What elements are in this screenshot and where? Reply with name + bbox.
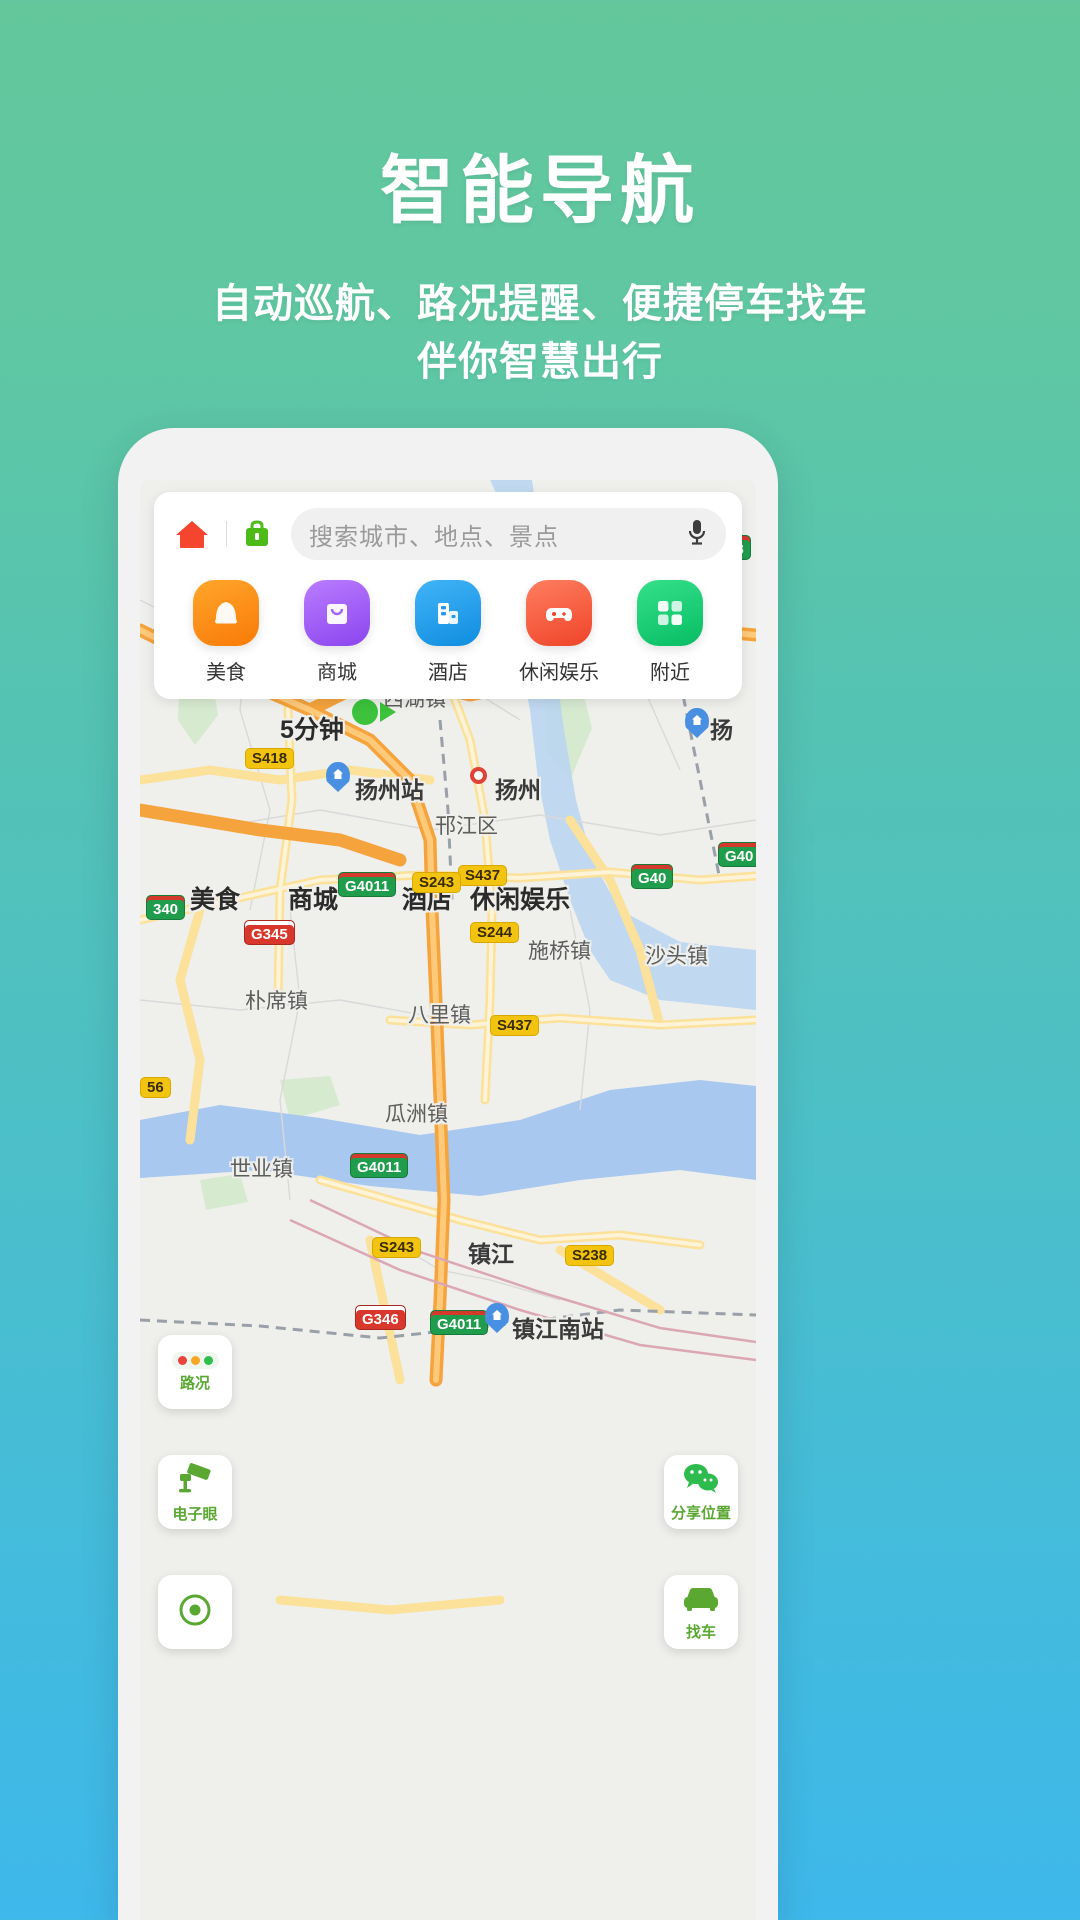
grid-icon [637, 580, 703, 646]
road-shield: G345 [244, 920, 295, 945]
wechat-icon [682, 1462, 720, 1499]
phone-mockup: 槐泗镇回家公司去设置西湖镇5分钟扬州站扬州扬邗江区美食商城酒店休闲娱乐施桥镇沙头… [118, 428, 778, 1920]
road-shield: G4011 [350, 1153, 409, 1178]
road-shield: G346 [355, 1305, 406, 1330]
share-location-button[interactable]: 分享位置 [664, 1455, 738, 1529]
category-item-mall[interactable]: 商城 [287, 580, 387, 685]
map-place-label[interactable]: 5分钟 [280, 710, 344, 746]
category-item-nearby[interactable]: 附近 [620, 580, 720, 685]
road-shield: S244 [470, 922, 520, 943]
map-place-label[interactable]: 沙头镇 [645, 940, 708, 970]
speed-camera-button[interactable]: 电子眼 [158, 1455, 232, 1529]
hero-subtitle-line-1: 自动巡航、路况提醒、便捷停车找车 [212, 282, 868, 327]
share-location-label: 分享位置 [670, 1504, 731, 1522]
find-car-label: 找车 [685, 1623, 716, 1641]
road-shield: G40 [718, 842, 756, 867]
speed-camera-button-label: 电子眼 [172, 1505, 218, 1523]
category-label: 商城 [317, 662, 357, 684]
search-placeholder: 搜索城市、地点、景点 [309, 523, 559, 551]
category-label: 美食 [206, 662, 246, 684]
search-panel: 搜索城市、地点、景点 美食 商城 酒店 休闲娱乐 附近 [154, 492, 742, 699]
find-car-button[interactable]: 找车 [664, 1575, 738, 1649]
food-dome-icon [193, 580, 259, 646]
road-shield: S418 [245, 748, 295, 769]
locate-button[interactable] [158, 1575, 232, 1649]
gamepad-icon [526, 580, 592, 646]
shopping-bag-icon [304, 580, 370, 646]
road-shield: S437 [490, 1015, 540, 1036]
poi-marker-station[interactable] [326, 762, 350, 792]
home-icon[interactable] [170, 519, 214, 549]
hotel-building-icon [415, 580, 481, 646]
station-pin-icon [326, 762, 350, 792]
map-place-label[interactable]: 瓜洲镇 [385, 1098, 448, 1128]
vehicle-heading-icon [380, 702, 396, 722]
map-place-label[interactable]: 扬 [710, 711, 733, 745]
map-place-label[interactable]: 世业镇 [230, 1153, 293, 1183]
map-place-label[interactable]: 邗江区 [435, 810, 498, 840]
poi-marker-city[interactable] [470, 767, 487, 784]
road-shield: 340 [146, 895, 186, 920]
category-item-food[interactable]: 美食 [176, 580, 276, 685]
road-shield: 56 [140, 1077, 171, 1098]
road-shield: G40 [631, 864, 674, 889]
microphone-icon[interactable] [686, 518, 708, 551]
city-pin-icon [685, 708, 709, 738]
hero-subtitle: 自动巡航、路况提醒、便捷停车找车 伴你智慧出行 [0, 275, 1080, 391]
category-item-hotel[interactable]: 酒店 [398, 580, 498, 685]
city-dot-icon [470, 767, 487, 784]
map-place-label[interactable]: 朴席镇 [245, 985, 308, 1015]
road-shield: S437 [458, 865, 508, 886]
category-label: 附近 [650, 662, 690, 684]
map-place-label[interactable]: 商城 [288, 880, 338, 916]
speed-camera-icon [176, 1461, 214, 1500]
car-icon [681, 1583, 721, 1618]
search-row: 搜索城市、地点、景点 [170, 508, 726, 560]
road-shield: S243 [372, 1237, 422, 1258]
category-label: 酒店 [428, 662, 468, 684]
vehicle-dot-icon [352, 699, 378, 725]
map-place-label[interactable]: 施桥镇 [528, 935, 591, 965]
road-shield: G4011 [430, 1310, 489, 1335]
traffic-light-icon [171, 1351, 219, 1369]
locate-target-icon [175, 1590, 215, 1635]
category-item-entertainment[interactable]: 休闲娱乐 [509, 580, 609, 685]
south-station-pin-icon [485, 1303, 509, 1333]
map-place-label[interactable]: 美食 [190, 880, 240, 916]
hero-subtitle-line-2: 伴你智慧出行 [417, 340, 663, 385]
current-vehicle-marker[interactable] [352, 699, 396, 725]
map-place-label[interactable]: 扬州 [495, 771, 541, 805]
map-place-label[interactable]: 镇江 [468, 1235, 514, 1269]
traffic-button-label: 路况 [179, 1374, 210, 1392]
map-place-label[interactable]: 八里镇 [408, 999, 471, 1029]
search-input[interactable]: 搜索城市、地点、景点 [291, 508, 726, 560]
category-shortcuts: 美食 商城 酒店 休闲娱乐 附近 [170, 580, 726, 685]
category-label: 休闲娱乐 [519, 662, 599, 684]
search-divider [226, 521, 227, 547]
poi-marker-south-station[interactable] [485, 1303, 509, 1333]
road-shield: G4011 [338, 872, 397, 897]
briefcase-icon[interactable] [239, 519, 275, 549]
road-shield: S238 [565, 1245, 615, 1266]
phone-screen: 槐泗镇回家公司去设置西湖镇5分钟扬州站扬州扬邗江区美食商城酒店休闲娱乐施桥镇沙头… [140, 480, 756, 1920]
map-place-label[interactable]: 扬州站 [355, 771, 424, 805]
map-place-label[interactable]: 镇江南站 [512, 1310, 604, 1344]
traffic-button[interactable]: 路况 [158, 1335, 232, 1409]
page-title: 智能导航 [380, 149, 700, 232]
hero-section: 智能导航 自动巡航、路况提醒、便捷停车找车 伴你智慧出行 [0, 0, 1080, 391]
road-shield: S243 [412, 872, 462, 893]
poi-marker-city-2[interactable] [685, 708, 709, 738]
